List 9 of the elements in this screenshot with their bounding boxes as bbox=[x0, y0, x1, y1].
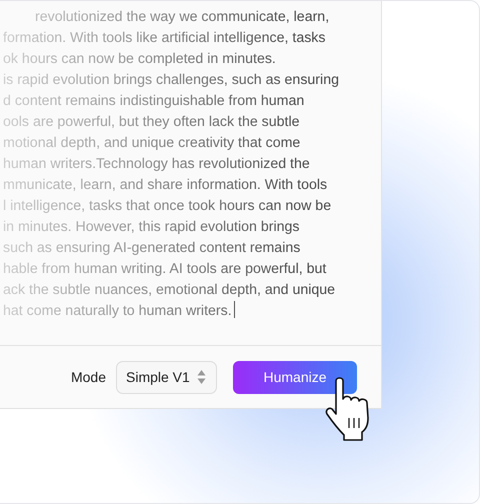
editor-text-line: motional depth, and unique creativity that come bbox=[3, 135, 300, 151]
editor-text-line: formation. With tools like artificial intelligence, tasks bbox=[3, 30, 326, 46]
mode-label: Mode bbox=[70, 369, 106, 385]
up-down-caret-icon bbox=[197, 369, 206, 385]
editor-text-line: mmunicate, learn, and share information. With tools bbox=[3, 177, 328, 193]
editor-text-line: human writers.Technology has revolutionized the bbox=[3, 156, 310, 172]
mode-select[interactable]: Simple V1 bbox=[116, 360, 217, 394]
humanize-button[interactable]: Humanize bbox=[233, 360, 357, 394]
editor-text-line: revolutionized the way we communicate, learn, bbox=[35, 9, 330, 25]
